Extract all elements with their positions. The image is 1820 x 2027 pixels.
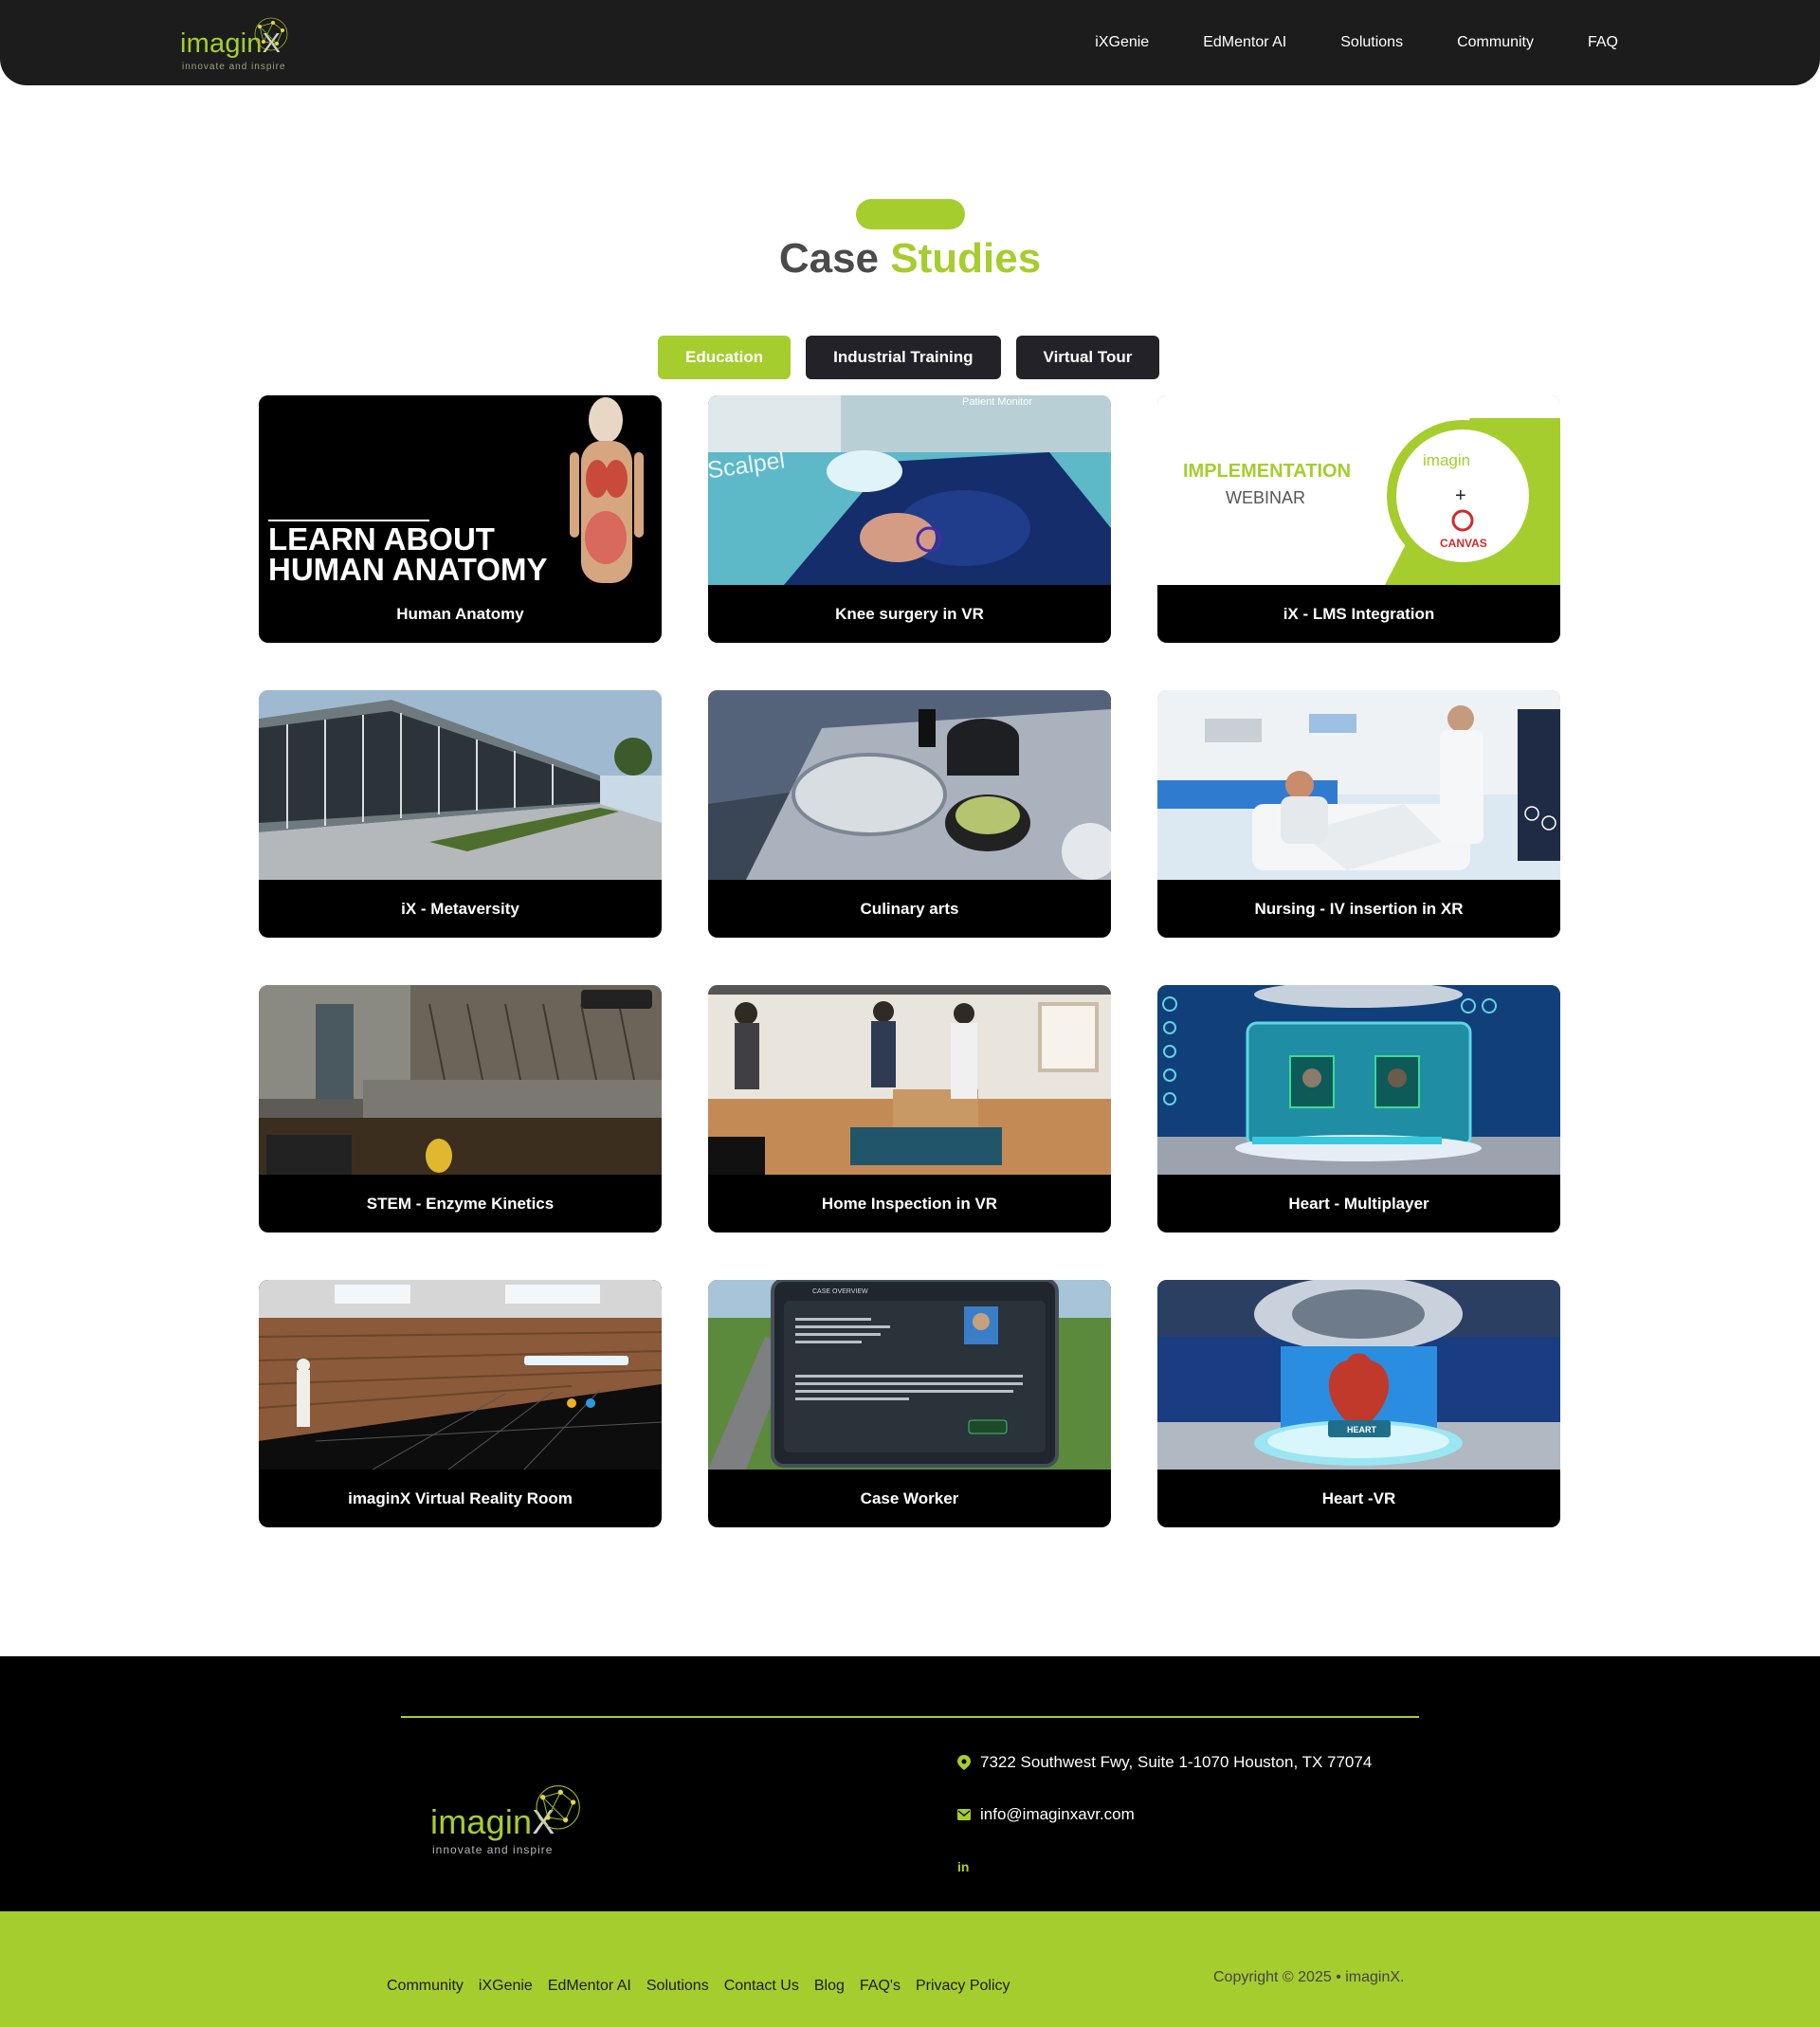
footer-address: 7322 Southwest Fwy, Suite 1-1070 Houston… — [957, 1753, 1372, 1772]
case-card-knee-surgery[interactable]: Scalpel Patient Monitor Knee surgery in … — [708, 395, 1111, 643]
footer-link-solutions[interactable]: Solutions — [646, 1978, 709, 1995]
footer-link-edmentor-ai[interactable]: EdMentor AI — [548, 1978, 631, 1995]
footer-link-community[interactable]: Community — [387, 1978, 464, 1995]
card-title: Heart -VR — [1321, 1488, 1396, 1507]
card-thumbnail: IMPLEMENTATION WEBINAR imagin + CANVAS — [1157, 395, 1560, 585]
svg-text:Patient Monitor: Patient Monitor — [962, 396, 1032, 408]
card-thumbnail — [708, 690, 1111, 880]
tab-industrial-training[interactable]: Industrial Training — [806, 336, 1001, 379]
section-title: Case Studies — [778, 235, 1042, 282]
case-card-heart-multiplayer[interactable]: Heart - Multiplayer — [1157, 985, 1560, 1233]
card-thumbnail — [1157, 690, 1560, 880]
footer-link-contact-us[interactable]: Contact Us — [724, 1978, 799, 1995]
nav-solutions[interactable]: Solutions — [1340, 34, 1403, 51]
card-thumbnail — [708, 985, 1111, 1175]
card-thumbnail: Scalpel Patient Monitor — [708, 395, 1111, 585]
card-title: STEM - Enzyme Kinetics — [366, 1194, 555, 1213]
card-thumbnail — [259, 985, 662, 1175]
nav-faq[interactable]: FAQ — [1588, 34, 1618, 51]
case-card-metaversity[interactable]: iX - Metaversity — [259, 690, 662, 938]
category-tabs: Education Industrial Training Virtual To… — [658, 336, 1160, 379]
svg-text:WEBINAR: WEBINAR — [1226, 488, 1305, 507]
card-thumbnail — [1157, 985, 1560, 1175]
tab-virtual-tour[interactable]: Virtual Tour — [1015, 336, 1160, 379]
top-nav-bar: imaginX innovate and inspire iXGenie EdM… — [0, 0, 1820, 85]
case-card-case-worker[interactable]: CASE OVERVIEW Case Worker — [708, 1280, 1111, 1527]
footer-link-privacy-policy[interactable]: Privacy Policy — [916, 1978, 1010, 1995]
logo-tagline: innovate and inspire — [182, 62, 286, 72]
address-text: 7322 Southwest Fwy, Suite 1-1070 Houston… — [980, 1753, 1373, 1771]
case-card-nursing-iv[interactable]: Nursing - IV insertion in XR — [1157, 690, 1560, 938]
svg-text:CASE OVERVIEW: CASE OVERVIEW — [812, 1288, 868, 1295]
case-card-lms-integration[interactable]: IMPLEMENTATION WEBINAR imagin + CANVAS i… — [1157, 395, 1560, 643]
case-card-heart-vr[interactable]: HEART Heart -VR — [1157, 1280, 1560, 1527]
card-title: imaginX Virtual Reality Room — [348, 1488, 573, 1507]
nav-community[interactable]: Community — [1457, 34, 1534, 51]
card-title: iX - LMS Integration — [1283, 604, 1435, 623]
card-title: iX - Metaversity — [401, 899, 519, 918]
card-title: Home Inspection in VR — [821, 1194, 998, 1213]
footer-link-faqs[interactable]: FAQ's — [860, 1978, 901, 1995]
footer-bottom-bar: Community iXGenie EdMentor AI Solutions … — [0, 1911, 1820, 2027]
brand-logo[interactable]: imaginX innovate and inspire — [180, 15, 303, 74]
svg-text:IMPLEMENTATION: IMPLEMENTATION — [1183, 461, 1351, 482]
logo-network-icon — [536, 1785, 580, 1830]
footer-links: Community iXGenie EdMentor AI Solutions … — [387, 1978, 1010, 1995]
linkedin-icon: in — [957, 1859, 970, 1874]
case-card-home-inspection[interactable]: Home Inspection in VR — [708, 985, 1111, 1233]
case-card-stem-enzyme[interactable]: STEM - Enzyme Kinetics — [259, 985, 662, 1233]
mail-icon — [957, 1809, 971, 1820]
copyright-text: Copyright © 2025 • imaginX. — [1213, 1969, 1405, 1985]
card-thumbnail — [259, 690, 662, 880]
linkedin-link[interactable]: in — [957, 1859, 969, 1874]
footer-link-ixgenie[interactable]: iXGenie — [479, 1978, 533, 1995]
card-thumbnail: LEARN ABOUT HUMAN ANATOMY — [259, 395, 662, 585]
card-thumbnail: CASE OVERVIEW — [708, 1280, 1111, 1470]
card-title: Heart - Multiplayer — [1288, 1194, 1429, 1213]
footer-email[interactable]: info@imaginxavr.com — [957, 1805, 1135, 1824]
card-thumbnail: HEART — [1157, 1280, 1560, 1470]
logo-tagline: innovate and inspire — [432, 1843, 554, 1856]
page: imaginX innovate and inspire iXGenie EdM… — [0, 0, 1820, 2027]
card-title: Human Anatomy — [396, 604, 524, 623]
email-text: info@imaginxavr.com — [980, 1805, 1135, 1823]
card-thumbnail — [259, 1280, 662, 1470]
svg-text:HEART: HEART — [1347, 1425, 1377, 1434]
card-title: Knee surgery in VR — [835, 604, 984, 623]
case-card-human-anatomy[interactable]: LEARN ABOUT HUMAN ANATOMY Human Anatomy — [259, 395, 662, 643]
footer-divider — [401, 1716, 1419, 1718]
nav-ixgenie[interactable]: iXGenie — [1095, 34, 1149, 51]
footer-link-blog[interactable]: Blog — [814, 1978, 845, 1995]
case-card-culinary-arts[interactable]: Culinary arts — [708, 690, 1111, 938]
main-nav: iXGenie EdMentor AI Solutions Community … — [1095, 0, 1618, 85]
svg-text:HUMAN ANATOMY: HUMAN ANATOMY — [268, 552, 548, 585]
tab-education[interactable]: Education — [658, 336, 792, 379]
case-study-grid: LEARN ABOUT HUMAN ANATOMY Human Anatomy — [259, 395, 1561, 1527]
section-pill — [856, 199, 965, 229]
logo-network-icon — [254, 17, 288, 51]
footer-logo[interactable]: imaginX innovate and inspire — [430, 1780, 601, 1865]
case-card-vr-room[interactable]: imaginX Virtual Reality Room — [259, 1280, 662, 1527]
nav-edmentor-ai[interactable]: EdMentor AI — [1203, 34, 1286, 51]
card-title: Nursing - IV insertion in XR — [1254, 899, 1464, 918]
footer: imaginX innovate and inspire 7322 Southw… — [0, 1656, 1820, 1911]
svg-text:CANVAS: CANVAS — [1440, 537, 1487, 550]
svg-text:imagin: imagin — [1423, 451, 1470, 469]
card-title: Case Worker — [860, 1488, 959, 1507]
svg-text:+: + — [1455, 485, 1466, 506]
card-title: Culinary arts — [860, 899, 959, 918]
location-pin-icon — [957, 1755, 971, 1770]
